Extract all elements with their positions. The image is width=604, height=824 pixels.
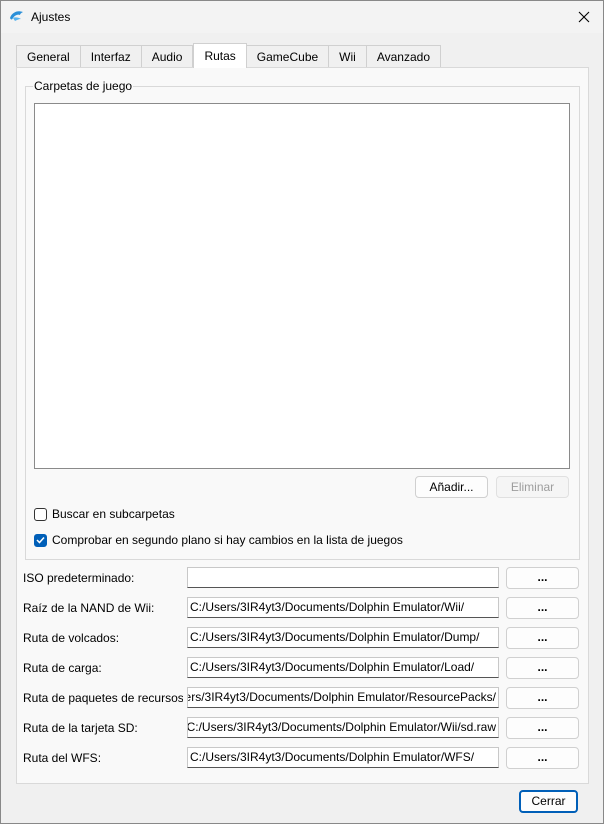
tab-general[interactable]: General	[16, 45, 81, 68]
path-row-sd-card: Ruta de la tarjeta SD: ‎C:/Users/3IR4yt3…	[23, 717, 583, 739]
background-check-label: Comprobar en segundo plano si hay cambio…	[52, 533, 403, 547]
resource-packs-label: Ruta de paquetes de recursos:	[23, 691, 183, 705]
game-folders-list[interactable]	[34, 103, 570, 469]
dolphin-icon	[10, 11, 23, 21]
search-subfolders-option[interactable]: Buscar en subcarpetas	[34, 507, 175, 521]
path-row-load: Ruta de carga: C:/Users/3IR4yt3/Document…	[23, 657, 583, 679]
sd-card-field[interactable]: ‎C:/Users/3IR4yt3/Documents/Dolphin Emul…	[187, 717, 499, 738]
window-title: Ajustes	[31, 10, 71, 24]
add-folder-button[interactable]: Añadir...	[415, 476, 488, 498]
load-path-label: Ruta de carga:	[23, 661, 102, 675]
tab-audio[interactable]: Audio	[141, 45, 194, 68]
path-row-resource-packs: Ruta de paquetes de recursos: ‎C:/Users/…	[23, 687, 583, 709]
tab-rutas[interactable]: Rutas	[193, 43, 247, 68]
search-subfolders-label: Buscar en subcarpetas	[52, 507, 175, 521]
load-path-field[interactable]: C:/Users/3IR4yt3/Documents/Dolphin Emula…	[187, 657, 499, 678]
tab-interfaz[interactable]: Interfaz	[80, 45, 142, 68]
wfs-path-label: Ruta del WFS:	[23, 751, 102, 765]
nand-root-label: Raíz de la NAND de Wii:	[23, 601, 155, 615]
checkmark-icon	[36, 536, 45, 544]
close-icon	[578, 11, 590, 23]
window-close-button[interactable]	[571, 5, 597, 29]
nand-root-field[interactable]: C:/Users/3IR4yt3/Documents/Dolphin Emula…	[187, 597, 499, 618]
path-row-nand-root: Raíz de la NAND de Wii: C:/Users/3IR4yt3…	[23, 597, 583, 619]
path-row-default-iso: ISO predeterminado: ...	[23, 567, 583, 589]
nand-root-browse-button[interactable]: ...	[506, 597, 579, 619]
tab-wii[interactable]: Wii	[329, 45, 367, 68]
settings-tabs: General Interfaz Audio Rutas GameCube Wi…	[16, 43, 441, 68]
default-iso-browse-button[interactable]: ...	[506, 567, 579, 589]
tab-avanzado[interactable]: Avanzado	[366, 45, 441, 68]
sd-card-browse-button[interactable]: ...	[506, 717, 579, 739]
resource-packs-browse-button[interactable]: ...	[506, 687, 579, 709]
background-check-option[interactable]: Comprobar en segundo plano si hay cambio…	[34, 533, 403, 547]
close-button[interactable]: Cerrar	[519, 790, 578, 813]
settings-window: Ajustes General Interfaz Audio Rutas Gam…	[0, 0, 604, 824]
path-row-dump: Ruta de volcados: C:/Users/3IR4yt3/Docum…	[23, 627, 583, 649]
dump-path-field[interactable]: C:/Users/3IR4yt3/Documents/Dolphin Emula…	[187, 627, 499, 648]
resource-packs-field[interactable]: ‎C:/Users/3IR4yt3/Documents/Dolphin Emul…	[187, 687, 499, 708]
search-subfolders-checkbox[interactable]	[34, 507, 47, 521]
wfs-path-browse-button[interactable]: ...	[506, 747, 579, 769]
load-path-browse-button[interactable]: ...	[506, 657, 579, 679]
wfs-path-field[interactable]: C:/Users/3IR4yt3/Documents/Dolphin Emula…	[187, 747, 499, 768]
remove-folder-button[interactable]: Eliminar	[496, 476, 569, 498]
game-folders-title: Carpetas de juego	[33, 79, 134, 93]
dump-path-browse-button[interactable]: ...	[506, 627, 579, 649]
tab-gamecube[interactable]: GameCube	[246, 45, 330, 68]
title-bar[interactable]: Ajustes	[1, 1, 603, 33]
path-row-wfs: Ruta del WFS: C:/Users/3IR4yt3/Documents…	[23, 747, 583, 769]
sd-card-label: Ruta de la tarjeta SD:	[23, 721, 138, 735]
background-check-checkbox[interactable]	[34, 533, 47, 547]
default-iso-field[interactable]	[187, 567, 499, 588]
dump-path-label: Ruta de volcados:	[23, 631, 120, 645]
default-iso-label: ISO predeterminado:	[23, 571, 135, 585]
